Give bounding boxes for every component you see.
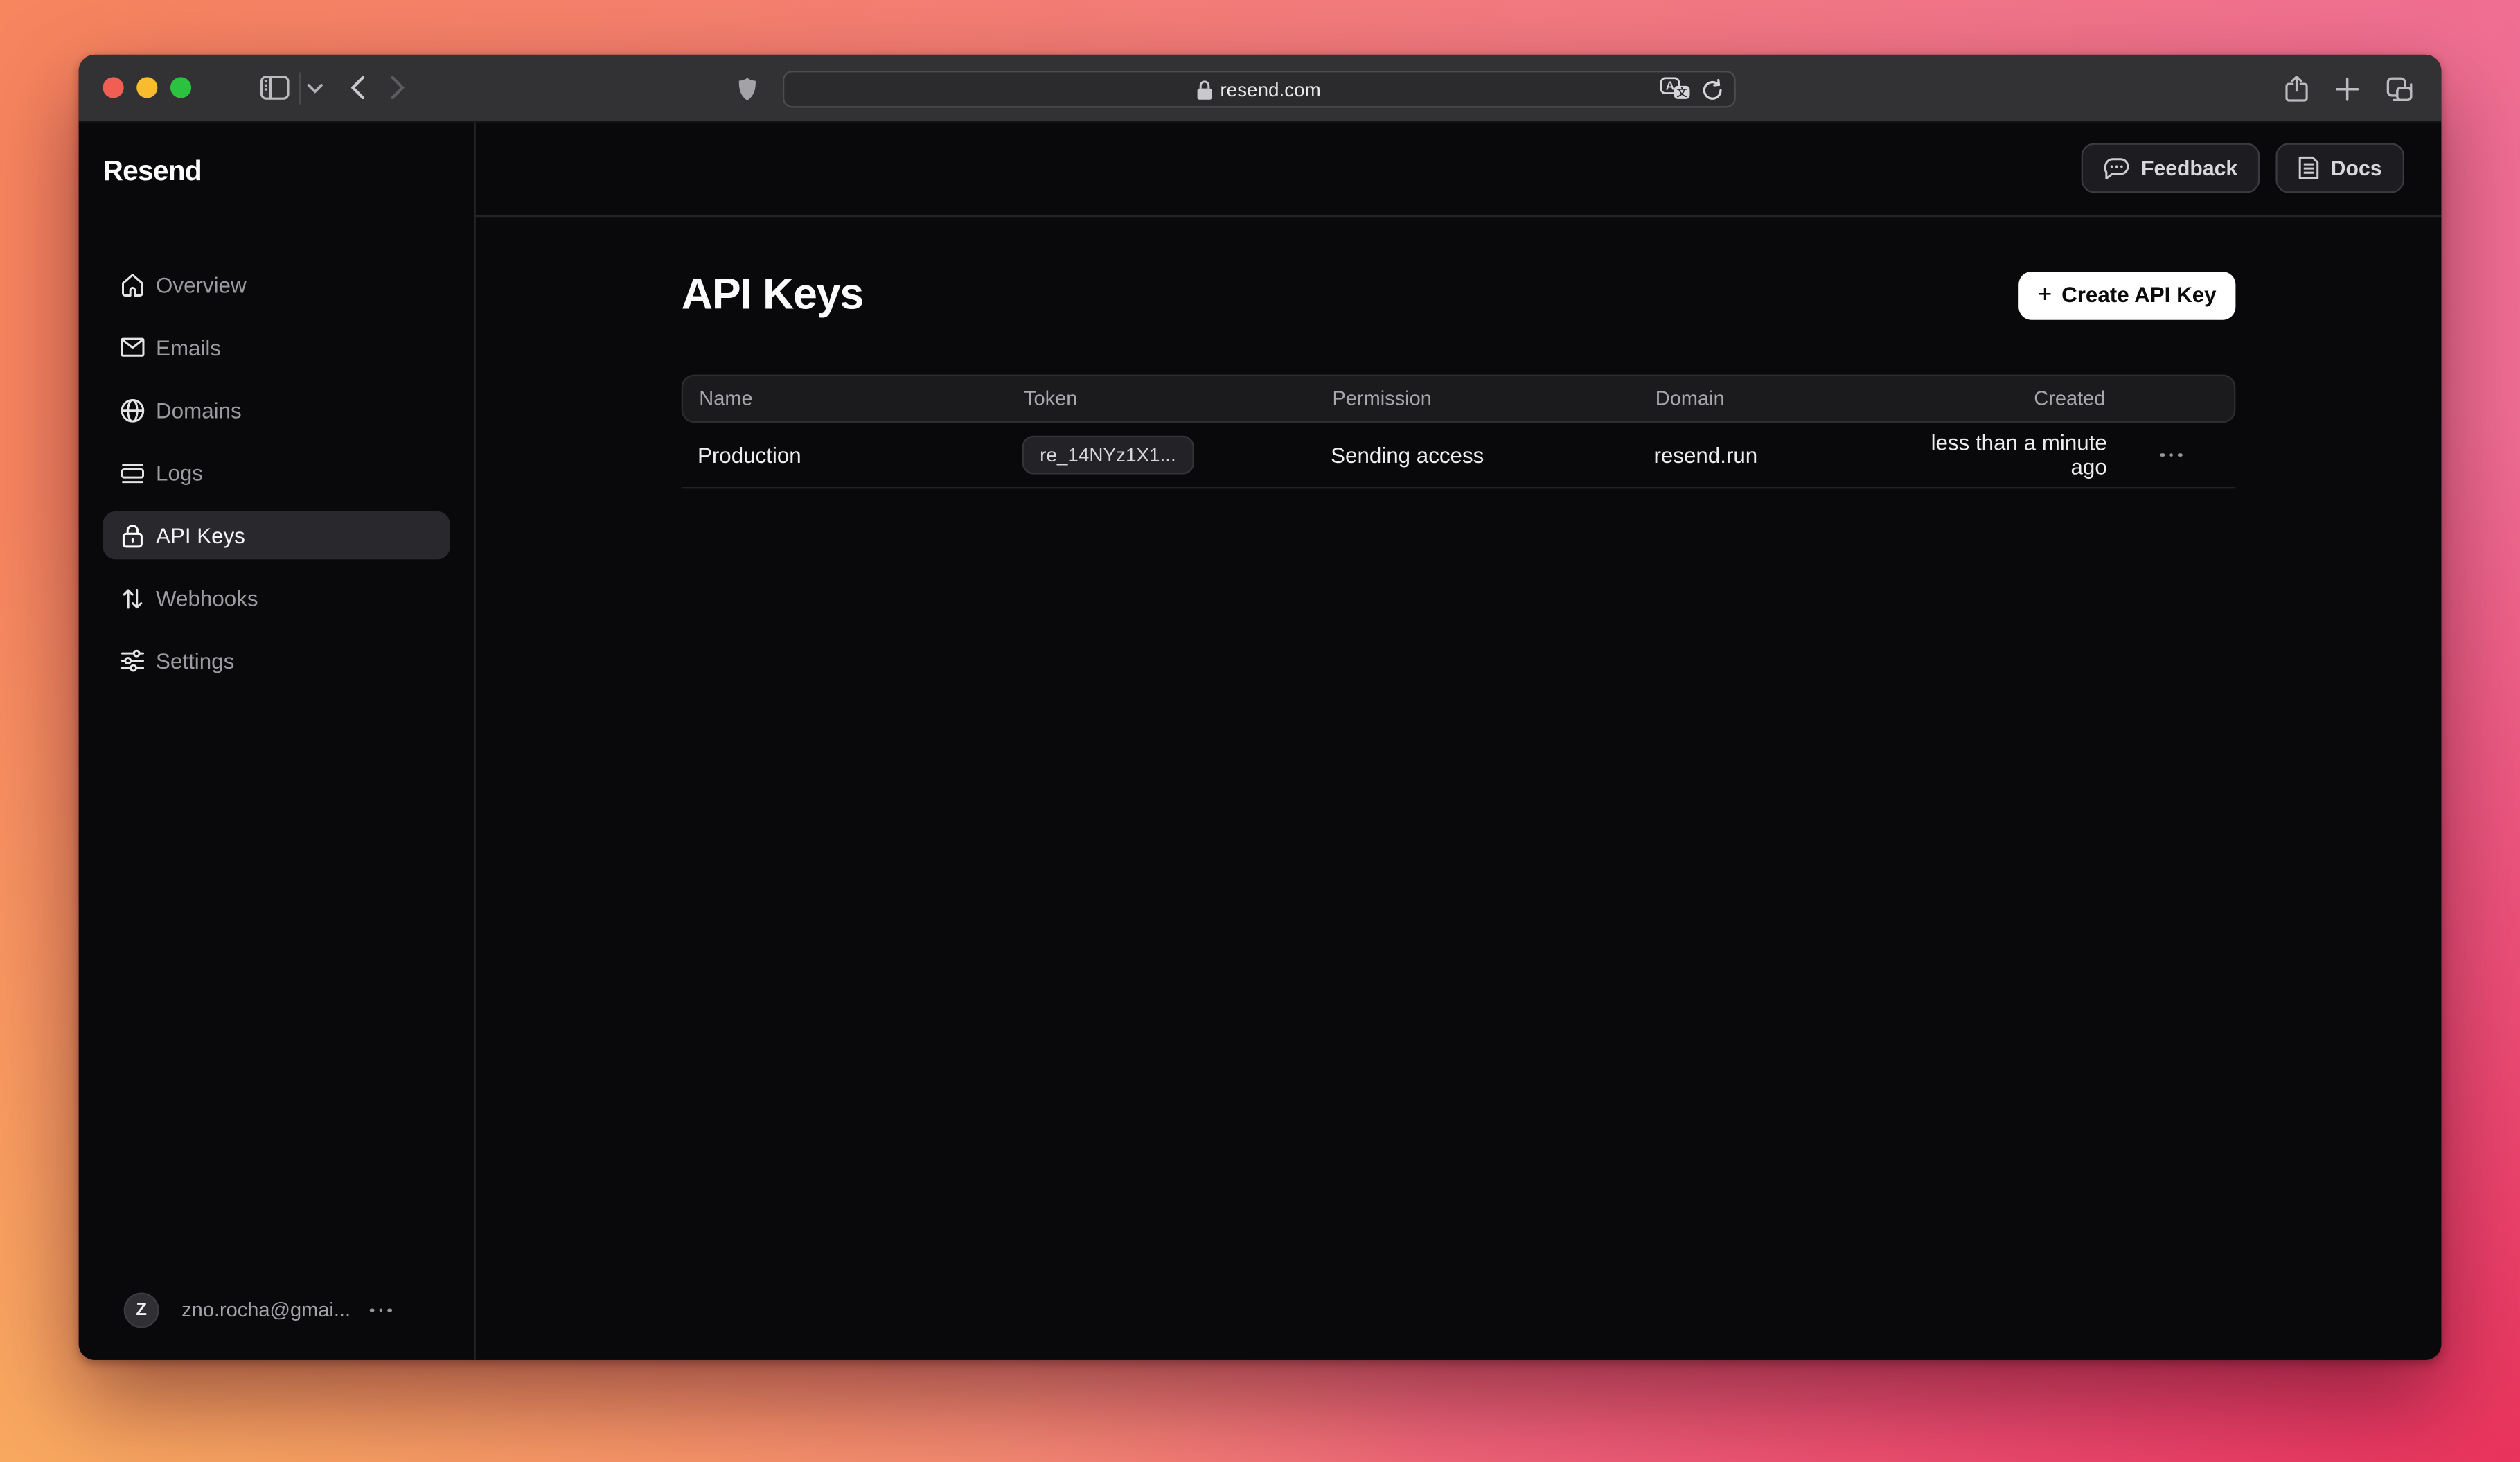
privacy-shield-icon[interactable]: [738, 55, 757, 122]
column-header-domain: Domain: [1640, 387, 1905, 409]
sidebar-item-settings[interactable]: Settings: [103, 637, 450, 685]
translate-icon[interactable]: A 文: [1660, 77, 1691, 101]
docs-button[interactable]: Docs: [2276, 143, 2404, 193]
svg-text:A: A: [1666, 78, 1675, 92]
tab-overview-icon[interactable]: [2386, 76, 2412, 100]
token-chip[interactable]: re_14NYz1X1...: [1022, 436, 1194, 475]
sidebar-item-label: API Keys: [156, 523, 245, 547]
sliders-icon: [121, 649, 145, 671]
home-icon: [121, 272, 145, 297]
row-menu-ellipsis-icon[interactable]: [2160, 453, 2182, 457]
zoom-window-button[interactable]: [170, 77, 191, 98]
sidebar-item-domains[interactable]: Domains: [103, 386, 450, 434]
arrows-up-down-icon: [121, 586, 145, 610]
sidebar-item-label: Logs: [156, 461, 203, 485]
url-text: resend.com: [1220, 78, 1320, 100]
sidebar-item-label: Webhooks: [156, 586, 258, 610]
api-key-domain: resend.run: [1638, 443, 1903, 467]
column-header-created: Created: [1904, 387, 2105, 409]
logs-icon: [121, 462, 145, 483]
plus-icon: +: [2038, 281, 2052, 308]
sidebar-item-label: Settings: [156, 649, 234, 673]
column-header-token: Token: [1008, 387, 1316, 409]
browser-window: resend.com A 文: [79, 55, 2442, 1360]
column-header-name: Name: [683, 387, 1008, 409]
table-row: Production re_14NYz1X1... Sending access…: [682, 423, 2236, 488]
api-key-created: less than a minute ago: [1903, 431, 2107, 479]
browser-titlebar: resend.com A 文: [79, 55, 2442, 122]
close-window-button[interactable]: [103, 77, 123, 98]
sidebar-item-label: Domains: [156, 398, 242, 422]
table-header: Name Token Permission Domain Created: [682, 375, 2236, 423]
traffic-lights: [103, 77, 191, 98]
feedback-label: Feedback: [2141, 156, 2237, 180]
feedback-bubble-icon: [2104, 157, 2130, 179]
mail-icon: [121, 337, 145, 357]
create-api-key-button[interactable]: + Create API Key: [2018, 271, 2235, 319]
sidebar-item-label: Emails: [156, 335, 221, 360]
user-menu-ellipsis-icon[interactable]: [370, 1308, 391, 1312]
main-topbar: Feedback Docs: [476, 122, 2442, 217]
avatar[interactable]: Z: [124, 1292, 159, 1328]
lock-icon: [121, 523, 145, 547]
sidebar-item-webhooks[interactable]: Webhooks: [103, 574, 450, 622]
minimize-window-button[interactable]: [136, 77, 157, 98]
resend-logo: Resend: [103, 155, 474, 188]
page-title: API Keys: [682, 270, 863, 320]
create-api-key-label: Create API Key: [2061, 283, 2216, 307]
sidebar-item-label: Overview: [156, 272, 247, 297]
docs-label: Docs: [2331, 156, 2382, 180]
api-key-permission: Sending access: [1315, 443, 1638, 467]
feedback-button[interactable]: Feedback: [2082, 143, 2260, 193]
sidebar-item-logs[interactable]: Logs: [103, 448, 450, 497]
toggle-sidebar-icon[interactable]: [260, 76, 290, 100]
api-key-name: Production: [682, 443, 1006, 467]
back-icon[interactable]: [351, 76, 365, 100]
sidebar-nav: Overview Emails: [79, 261, 474, 685]
https-lock-icon: [1198, 80, 1212, 99]
toolbar-divider: [299, 71, 301, 103]
svg-text:文: 文: [1677, 86, 1688, 98]
column-header-permission: Permission: [1316, 387, 1639, 409]
sidebar-item-overview[interactable]: Overview: [103, 261, 450, 309]
address-bar[interactable]: resend.com A 文: [783, 71, 1736, 107]
reload-icon[interactable]: [1702, 78, 1723, 100]
sidebar: Resend Overview: [79, 122, 476, 1360]
share-icon[interactable]: [2285, 75, 2307, 102]
desktop: resend.com A 文: [0, 0, 2520, 1461]
sidebar-item-emails[interactable]: Emails: [103, 323, 450, 371]
user-email: zno.rocha@gmai...: [181, 1299, 351, 1321]
forward-icon[interactable]: [391, 76, 405, 100]
sidebar-item-api-keys[interactable]: API Keys: [103, 511, 450, 560]
docs-file-icon: [2298, 156, 2319, 180]
resend-app: Resend Overview: [79, 122, 2442, 1360]
new-tab-icon[interactable]: [2335, 76, 2359, 100]
sidebar-user: Z zno.rocha@gmai...: [124, 1292, 392, 1328]
tab-group-chevron-down-icon[interactable]: [307, 82, 323, 92]
main-area: Feedback Docs: [476, 122, 2442, 1360]
api-keys-table: Name Token Permission Domain Created Pro…: [682, 375, 2236, 489]
globe-icon: [121, 398, 145, 422]
